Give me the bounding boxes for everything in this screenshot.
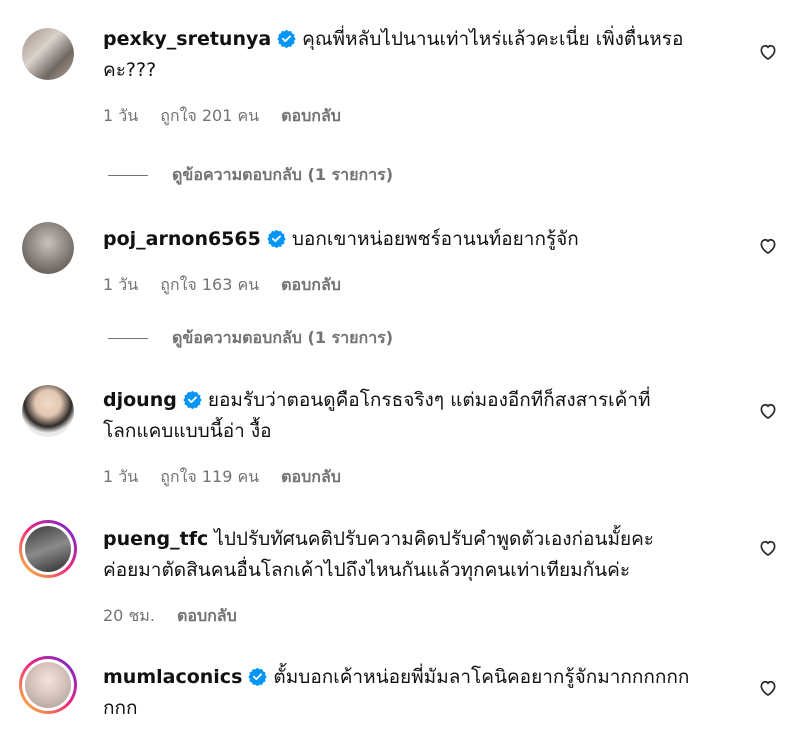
reply-button[interactable]: ตอบกลับ [177,606,237,625]
view-replies-button[interactable]: ดูข้อความตอบกลับ (1 รายการ) [108,163,393,188]
verified-badge-icon [267,229,286,248]
heart-outline-icon[interactable] [758,678,778,698]
reply-button[interactable]: ตอบกลับ [281,467,341,486]
comment-meta: 1 วัน ถูกใจ 201 คน ตอบกลับ [103,106,733,126]
verified-badge-icon [248,667,268,686]
comment-username[interactable]: pexky_sretunya [103,28,271,50]
comment-likes[interactable]: ถูกใจ 163 คน [160,275,259,294]
comment-meta: 1 วัน ถูกใจ 163 คน ตอบกลับ [103,275,733,295]
comment-time: 20 ชม. [103,606,155,625]
comment-text: บอกเขาหน่อยพชร์อานนท์อยากรู้จัก [291,228,579,250]
view-replies-label: ดูข้อความตอบกลับ (1 รายการ) [172,165,394,184]
reply-button[interactable]: ตอบกลับ [281,275,341,294]
view-replies-label: ดูข้อความตอบกลับ (1 รายการ) [172,328,394,347]
comment-text-line: โลกแคบแบบนี้อ่า งื้อ [103,416,733,447]
reply-button[interactable]: ตอบกลับ [281,106,341,125]
heart-outline-icon[interactable] [758,401,778,421]
divider [108,175,148,176]
comment-likes[interactable]: ถูกใจ 201 คน [160,106,259,125]
comment-text-line: pexky_sretunya คุณพี่หลับไปนานเท่าไหร่แล้… [103,24,733,55]
avatar[interactable] [19,520,77,578]
comment-text-line: pueng_tfc ไปปรับทัศนคติปรับความคิดปรับคำพ… [103,524,733,555]
comment-body: mumlaconics ตั้มบอกเค้าหน่อยพี่มัมลาโคนิค… [103,662,733,724]
comment-likes[interactable]: ถูกใจ 119 คน [160,467,259,486]
comment-time: 1 วัน [103,275,139,294]
comment-text: โลกแคบแบบนี้อ่า งื้อ [103,420,272,442]
comment-text: กกก [103,697,138,719]
comment-text: คุณพี่หลับไปนานเท่าไหร่แล้วคะเนี่ย เพิ่ง… [302,28,684,50]
comment-username[interactable]: poj_arnon6565 [103,228,261,250]
avatar[interactable] [19,656,77,714]
comment-body: pexky_sretunya คุณพี่หลับไปนานเท่าไหร่แล้… [103,24,733,126]
comment-text-line: คะ??? [103,55,733,86]
heart-outline-icon[interactable] [758,236,778,256]
avatar[interactable] [22,28,74,80]
comment-text-line: ค่อยมาตัดสินคนอื่นโลกเค้าไปถึงไหนกันแล้ว… [103,555,733,586]
view-replies-button[interactable]: ดูข้อความตอบกลับ (1 รายการ) [108,326,393,351]
comment-body: djoung ยอมรับว่าตอนดูคือโกรธจริงๆ แต่มองอ… [103,385,733,487]
heart-outline-icon[interactable] [758,42,778,62]
comment-text: ค่อยมาตัดสินคนอื่นโลกเค้าไปถึงไหนกันแล้ว… [103,559,631,581]
comment-username[interactable]: djoung [103,389,177,411]
avatar[interactable] [22,222,74,274]
comment-meta: 20 ชม. ตอบกลับ [103,606,733,626]
comment-text-line: mumlaconics ตั้มบอกเค้าหน่อยพี่มัมลาโคนิค… [103,662,733,693]
comment-username[interactable]: pueng_tfc [103,528,208,550]
avatar[interactable] [22,385,74,437]
heart-outline-icon[interactable] [758,538,778,558]
divider [108,338,148,339]
comment-meta: 1 วัน ถูกใจ 119 คน ตอบกลับ [103,467,733,487]
comment-text-line: กกก [103,693,733,724]
comment-body: pueng_tfc ไปปรับทัศนคติปรับความคิดปรับคำพ… [103,524,733,626]
comment-text: คะ??? [103,59,157,81]
comment-text: ตั้มบอกเค้าหน่อยพี่มัมลาโคนิคอยากรู้จักม… [273,666,690,688]
verified-badge-icon [277,29,296,48]
comment-text-line: djoung ยอมรับว่าตอนดูคือโกรธจริงๆ แต่มองอ… [103,385,733,416]
verified-badge-icon [183,390,202,409]
comment-text: ยอมรับว่าตอนดูคือโกรธจริงๆ แต่มองอีกทีก็… [207,389,651,411]
comment-text-line: poj_arnon6565 บอกเขาหน่อยพชร์อานนท์อยากรู… [103,224,733,255]
comment-text: ไปปรับทัศนคติปรับความคิดปรับคำพูดตัวเองก… [214,528,655,550]
comment-time: 1 วัน [103,106,139,125]
comment-body: poj_arnon6565 บอกเขาหน่อยพชร์อานนท์อยากรู… [103,224,733,295]
comment-time: 1 วัน [103,467,139,486]
comment-username[interactable]: mumlaconics [103,666,242,688]
